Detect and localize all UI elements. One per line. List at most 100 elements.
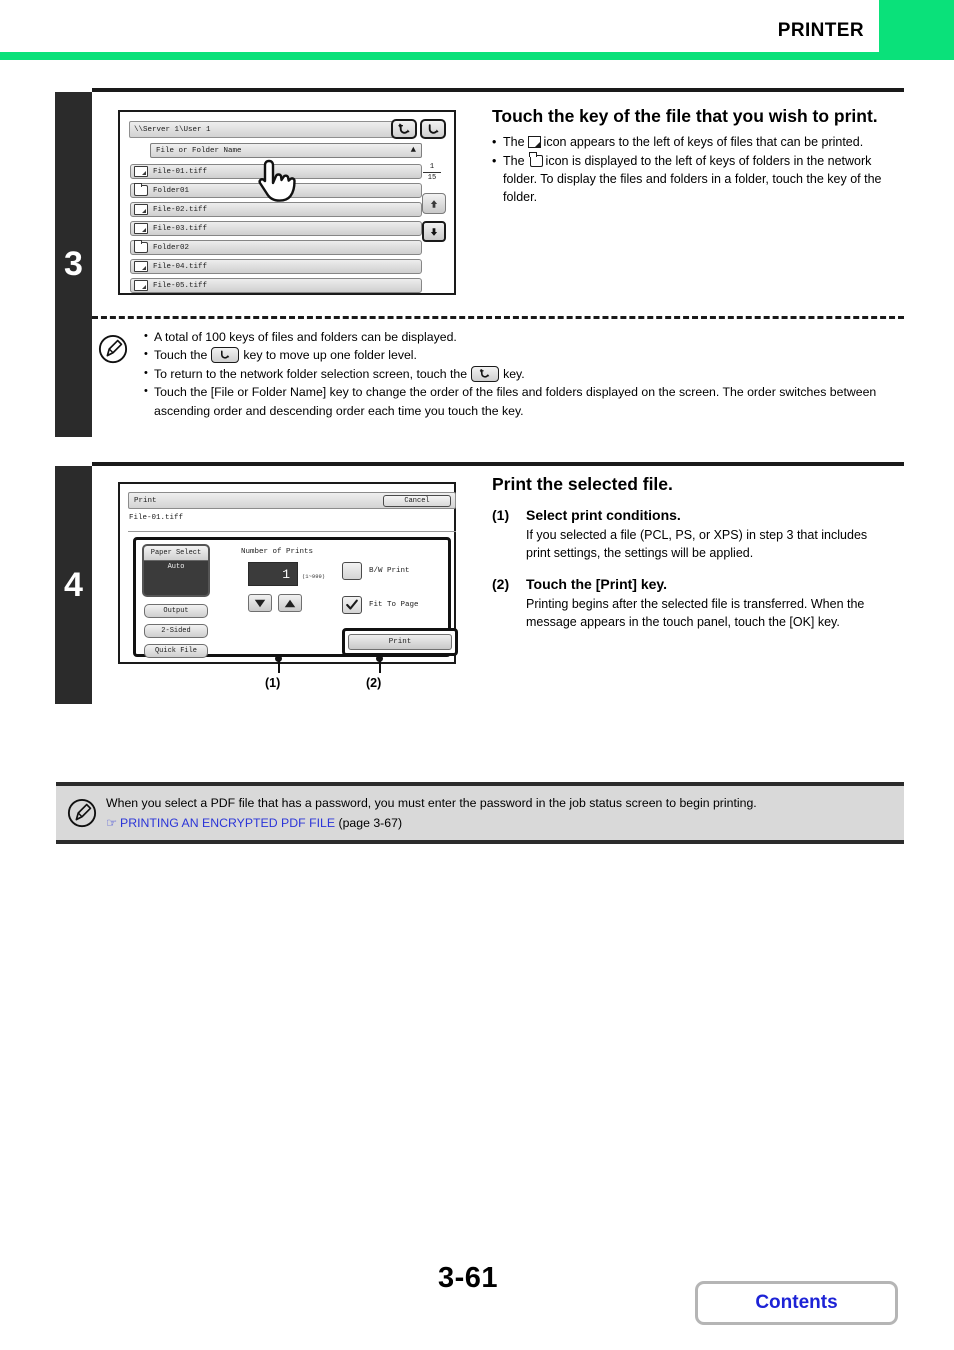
page-indicator-current: 1 — [429, 163, 435, 171]
contents-button[interactable]: Contents — [695, 1281, 898, 1325]
file-icon — [134, 166, 148, 177]
quick-file-button-label: Quick File — [154, 647, 197, 655]
page-indicator: 1 15 — [419, 163, 445, 182]
note-text-before: Touch the — [154, 348, 208, 363]
bullet-text-after: icon appears to the left of keys of file… — [543, 135, 864, 150]
network-path-bar: \\Server 1\User 1 — [129, 121, 409, 138]
paper-select-button[interactable]: Paper Select Auto — [142, 544, 210, 597]
output-button[interactable]: Output — [144, 604, 208, 618]
substep-2: (2) Touch the [Print] key. Printing begi… — [492, 576, 892, 632]
callout-2-label: (2) — [366, 676, 382, 690]
number-of-prints-field[interactable]: 1 — [248, 562, 298, 586]
note-item-text: A total of 100 keys of files and folders… — [154, 330, 457, 344]
file-icon — [134, 223, 148, 234]
note-bottom-link-page: (page 3-67) — [338, 816, 403, 831]
step-number-4: 4 — [55, 466, 92, 704]
page-number: 3-61 — [438, 1262, 499, 1294]
file-list-row[interactable]: File-03.tiff — [130, 221, 422, 236]
file-list-row[interactable]: File-05.tiff — [130, 278, 422, 293]
note-item-text: Touch the [File or Folder Name] key to c… — [154, 385, 877, 418]
manual-page: PRINTER 3 \\Server 1\User 1 File or Fold… — [0, 0, 954, 1350]
move-up-folder-icon[interactable] — [420, 119, 446, 139]
file-icon — [134, 204, 148, 215]
output-button-label: Output — [163, 607, 189, 615]
note-bottom-text: When you select a PDF file that has a pa… — [106, 796, 757, 810]
file-icon — [134, 261, 148, 272]
bullet-marker: • — [144, 366, 148, 379]
file-list-row-label: Folder01 — [153, 186, 190, 195]
print-settings-screen-inner: Print Cancel File-01.tiff Paper Select A… — [123, 487, 458, 659]
file-icon — [134, 280, 148, 291]
bullet-text-before: The — [503, 135, 525, 150]
pencil-note-icon — [98, 334, 128, 364]
substep-2-title: Touch the [Print] key. — [526, 575, 668, 592]
step4-top-rule — [92, 462, 904, 466]
print-button-label: Print — [388, 638, 412, 646]
bullet-marker: • — [492, 135, 497, 150]
scroll-up-button[interactable] — [422, 193, 446, 214]
bw-print-checkbox[interactable] — [342, 562, 362, 580]
sort-key-file-or-folder-name[interactable]: File or Folder Name ▲ — [150, 143, 422, 158]
file-icon — [527, 136, 541, 149]
sort-key-label: File or Folder Name — [156, 146, 242, 155]
print-screen-title-bar: Print Cancel — [128, 492, 456, 509]
folder-icon — [528, 152, 543, 168]
substep-1-body: If you selected a file (PCL, PS, or XPS)… — [526, 528, 868, 561]
page-indicator-total: 15 — [427, 174, 437, 182]
note-text-after: key. — [503, 366, 525, 381]
step3-bullet-file-text: The icon appears to the left of keys of f… — [503, 134, 863, 152]
note-item-text: Touch the key to move up one folder level… — [154, 346, 417, 364]
callout-2-line — [379, 658, 381, 673]
substep-2-content: Touch the [Print] key. Printing begins a… — [526, 576, 892, 632]
cancel-button-label: Cancel — [404, 497, 430, 505]
step3-heading: Touch the key of the file that you wish … — [492, 106, 878, 126]
file-list-row-label: File-02.tiff — [153, 205, 208, 214]
page-indicator-divider — [423, 172, 441, 173]
file-list-row[interactable]: File-02.tiff — [130, 202, 422, 217]
bullet-text-before: The — [503, 154, 525, 169]
two-sided-button[interactable]: 2-Sided — [144, 624, 208, 638]
number-of-prints-label: Number of Prints — [241, 548, 314, 556]
step-number-3-label: 3 — [64, 245, 83, 283]
paper-select-label: Paper Select — [144, 546, 208, 561]
page-title: PRINTER — [777, 20, 864, 41]
substep-1-label: (1) — [492, 507, 510, 524]
note-item-text: To return to the network folder selectio… — [154, 365, 525, 383]
print-button[interactable]: Print — [348, 634, 452, 650]
decrement-prints-button[interactable] — [248, 594, 272, 612]
fit-to-page-label: Fit To Page — [369, 601, 419, 609]
note-bottom: When you select a PDF file that has a pa… — [56, 782, 904, 844]
quick-file-button[interactable]: Quick File — [144, 644, 208, 658]
substep-1-title: Select print conditions. — [526, 507, 681, 524]
step3-top-rule — [92, 88, 904, 92]
fit-to-page-checkbox[interactable] — [342, 596, 362, 614]
cancel-button[interactable]: Cancel — [383, 495, 451, 507]
file-list-row-label: Folder02 — [153, 243, 190, 252]
pencil-note-icon — [67, 798, 97, 828]
print-settings-screen: Print Cancel File-01.tiff Paper Select A… — [118, 482, 458, 664]
step3-dashed-divider — [92, 316, 904, 319]
note-item: • Touch the key to move up one folder lev… — [144, 346, 896, 364]
increment-prints-button[interactable] — [278, 594, 302, 612]
substep-2-label: (2) — [492, 575, 510, 592]
header-accent-tab — [879, 0, 954, 60]
folder-icon — [134, 240, 148, 253]
step3-bullet-file: • The icon appears to the left of keys of… — [492, 134, 892, 152]
file-list-row-label: File-05.tiff — [153, 281, 208, 290]
pointing-finger-icon: ☞ — [106, 816, 118, 831]
substep-1-content: Select print conditions. If you selected… — [526, 507, 892, 563]
note-bottom-link-row: ☞ PRINTING AN ENCRYPTED PDF FILE (page 3-… — [106, 814, 896, 832]
note-step3: • A total of 100 keys of files and folde… — [92, 328, 904, 438]
file-list-row[interactable]: File-04.tiff — [130, 259, 422, 274]
scroll-down-button[interactable] — [422, 221, 446, 242]
step3-bullet-folder-text: The icon is displayed to the left of keys… — [503, 152, 892, 206]
number-of-prints-value: 1 — [282, 566, 290, 582]
bullet-marker: • — [492, 154, 497, 169]
pointing-hand-cursor-icon — [258, 159, 296, 202]
fit-to-page-checkbox-row[interactable]: Fit To Page — [342, 596, 419, 614]
file-list-row[interactable]: Folder02 — [130, 240, 422, 255]
file-list-row-label: File-01.tiff — [153, 167, 208, 176]
encrypted-pdf-link[interactable]: PRINTING AN ENCRYPTED PDF FILE — [120, 816, 335, 830]
return-to-root-icon[interactable] — [391, 119, 417, 139]
bw-print-checkbox-row[interactable]: B/W Print — [342, 562, 410, 580]
